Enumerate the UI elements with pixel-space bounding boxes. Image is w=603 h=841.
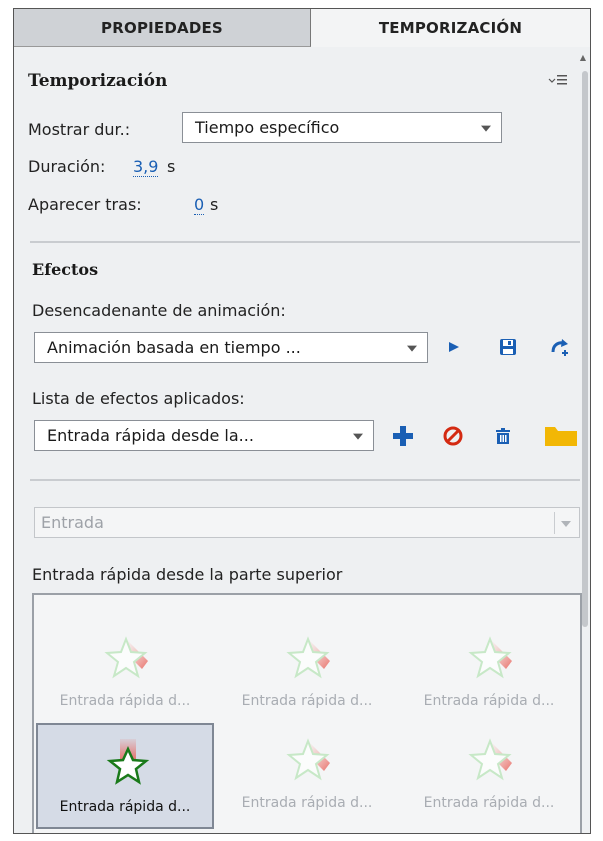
effect-caption: Entrada rápida d... — [423, 693, 555, 709]
effect-caption: Entrada rápida d... — [59, 799, 191, 815]
applied-effects-value: Entrada rápida desde la... — [47, 426, 254, 445]
appear-after-label: Aparecer tras: — [28, 195, 142, 214]
tab-bar: PROPIEDADES TEMPORIZACIÓN — [14, 9, 590, 47]
category-value: Entrada — [41, 513, 104, 532]
effect-caption: Entrada rápida d... — [241, 693, 373, 709]
no-icon[interactable] — [440, 423, 466, 449]
save-icon[interactable] — [496, 335, 520, 359]
show-duration-label: Mostrar dur.: — [28, 120, 131, 139]
chevron-down-icon — [561, 521, 571, 527]
applied-effects-dropdown[interactable]: Entrada rápida desde la... — [34, 420, 374, 451]
effects-grid: Entrada rápida d... Entrada rápida d... … — [32, 593, 582, 833]
duration-unit: s — [167, 157, 176, 176]
category-dropdown: Entrada — [34, 507, 580, 538]
folder-icon[interactable] — [542, 422, 580, 450]
timing-panel: PROPIEDADES TEMPORIZACIÓN ▲ Temporizació… — [13, 8, 591, 834]
panel-title: Temporización — [28, 71, 168, 91]
duration-value[interactable]: 3,9 — [133, 157, 159, 177]
redo-icon[interactable] — [548, 335, 572, 359]
tab-properties[interactable]: PROPIEDADES — [14, 9, 311, 47]
dropdown-separator — [554, 512, 555, 534]
show-duration-value: Tiempo específico — [195, 118, 340, 137]
add-icon[interactable] — [390, 423, 416, 449]
scroll-up-icon[interactable]: ▲ — [578, 53, 588, 63]
effect-caption: Entrada rápida d... — [59, 693, 191, 709]
star-effect-icon — [468, 738, 512, 781]
play-icon[interactable] — [442, 335, 466, 359]
divider — [30, 479, 580, 481]
effect-thumbnail[interactable]: Entrada rápida d... — [400, 723, 578, 833]
effect-caption: Entrada rápida d... — [423, 795, 555, 811]
chevron-down-icon — [481, 125, 491, 132]
effect-caption: Entrada rápida d... — [241, 795, 373, 811]
effect-name-label: Entrada rápida desde la parte superior — [32, 565, 343, 584]
divider — [30, 241, 580, 243]
chevron-down-icon — [407, 345, 417, 352]
trigger-value: Animación basada en tiempo ... — [47, 338, 301, 357]
appear-after-value[interactable]: 0 — [194, 195, 205, 215]
tab-timing[interactable]: TEMPORIZACIÓN — [311, 9, 590, 47]
effect-thumbnail-selected[interactable]: Entrada rápida d... — [36, 723, 214, 829]
star-effect-icon — [104, 636, 148, 679]
star-effect-icon — [106, 739, 150, 785]
trigger-dropdown[interactable]: Animación basada en tiempo ... — [34, 332, 428, 363]
chevron-down-icon — [353, 433, 363, 440]
trigger-label: Desencadenante de animación: — [32, 301, 286, 320]
effect-thumbnail[interactable]: Entrada rápida d... — [218, 723, 396, 833]
star-effect-icon — [286, 636, 330, 679]
appear-after-unit: s — [210, 195, 219, 214]
applied-effects-label: Lista de efectos aplicados: — [32, 389, 245, 408]
star-effect-icon — [286, 738, 330, 781]
panel-menu-icon[interactable] — [548, 73, 568, 91]
trash-icon[interactable] — [490, 423, 516, 449]
effects-section-title: Efectos — [32, 260, 99, 279]
duration-label: Duración: — [28, 157, 106, 176]
scrollbar-thumb[interactable] — [582, 71, 588, 627]
show-duration-dropdown[interactable]: Tiempo específico — [182, 112, 502, 143]
star-effect-icon — [468, 636, 512, 679]
